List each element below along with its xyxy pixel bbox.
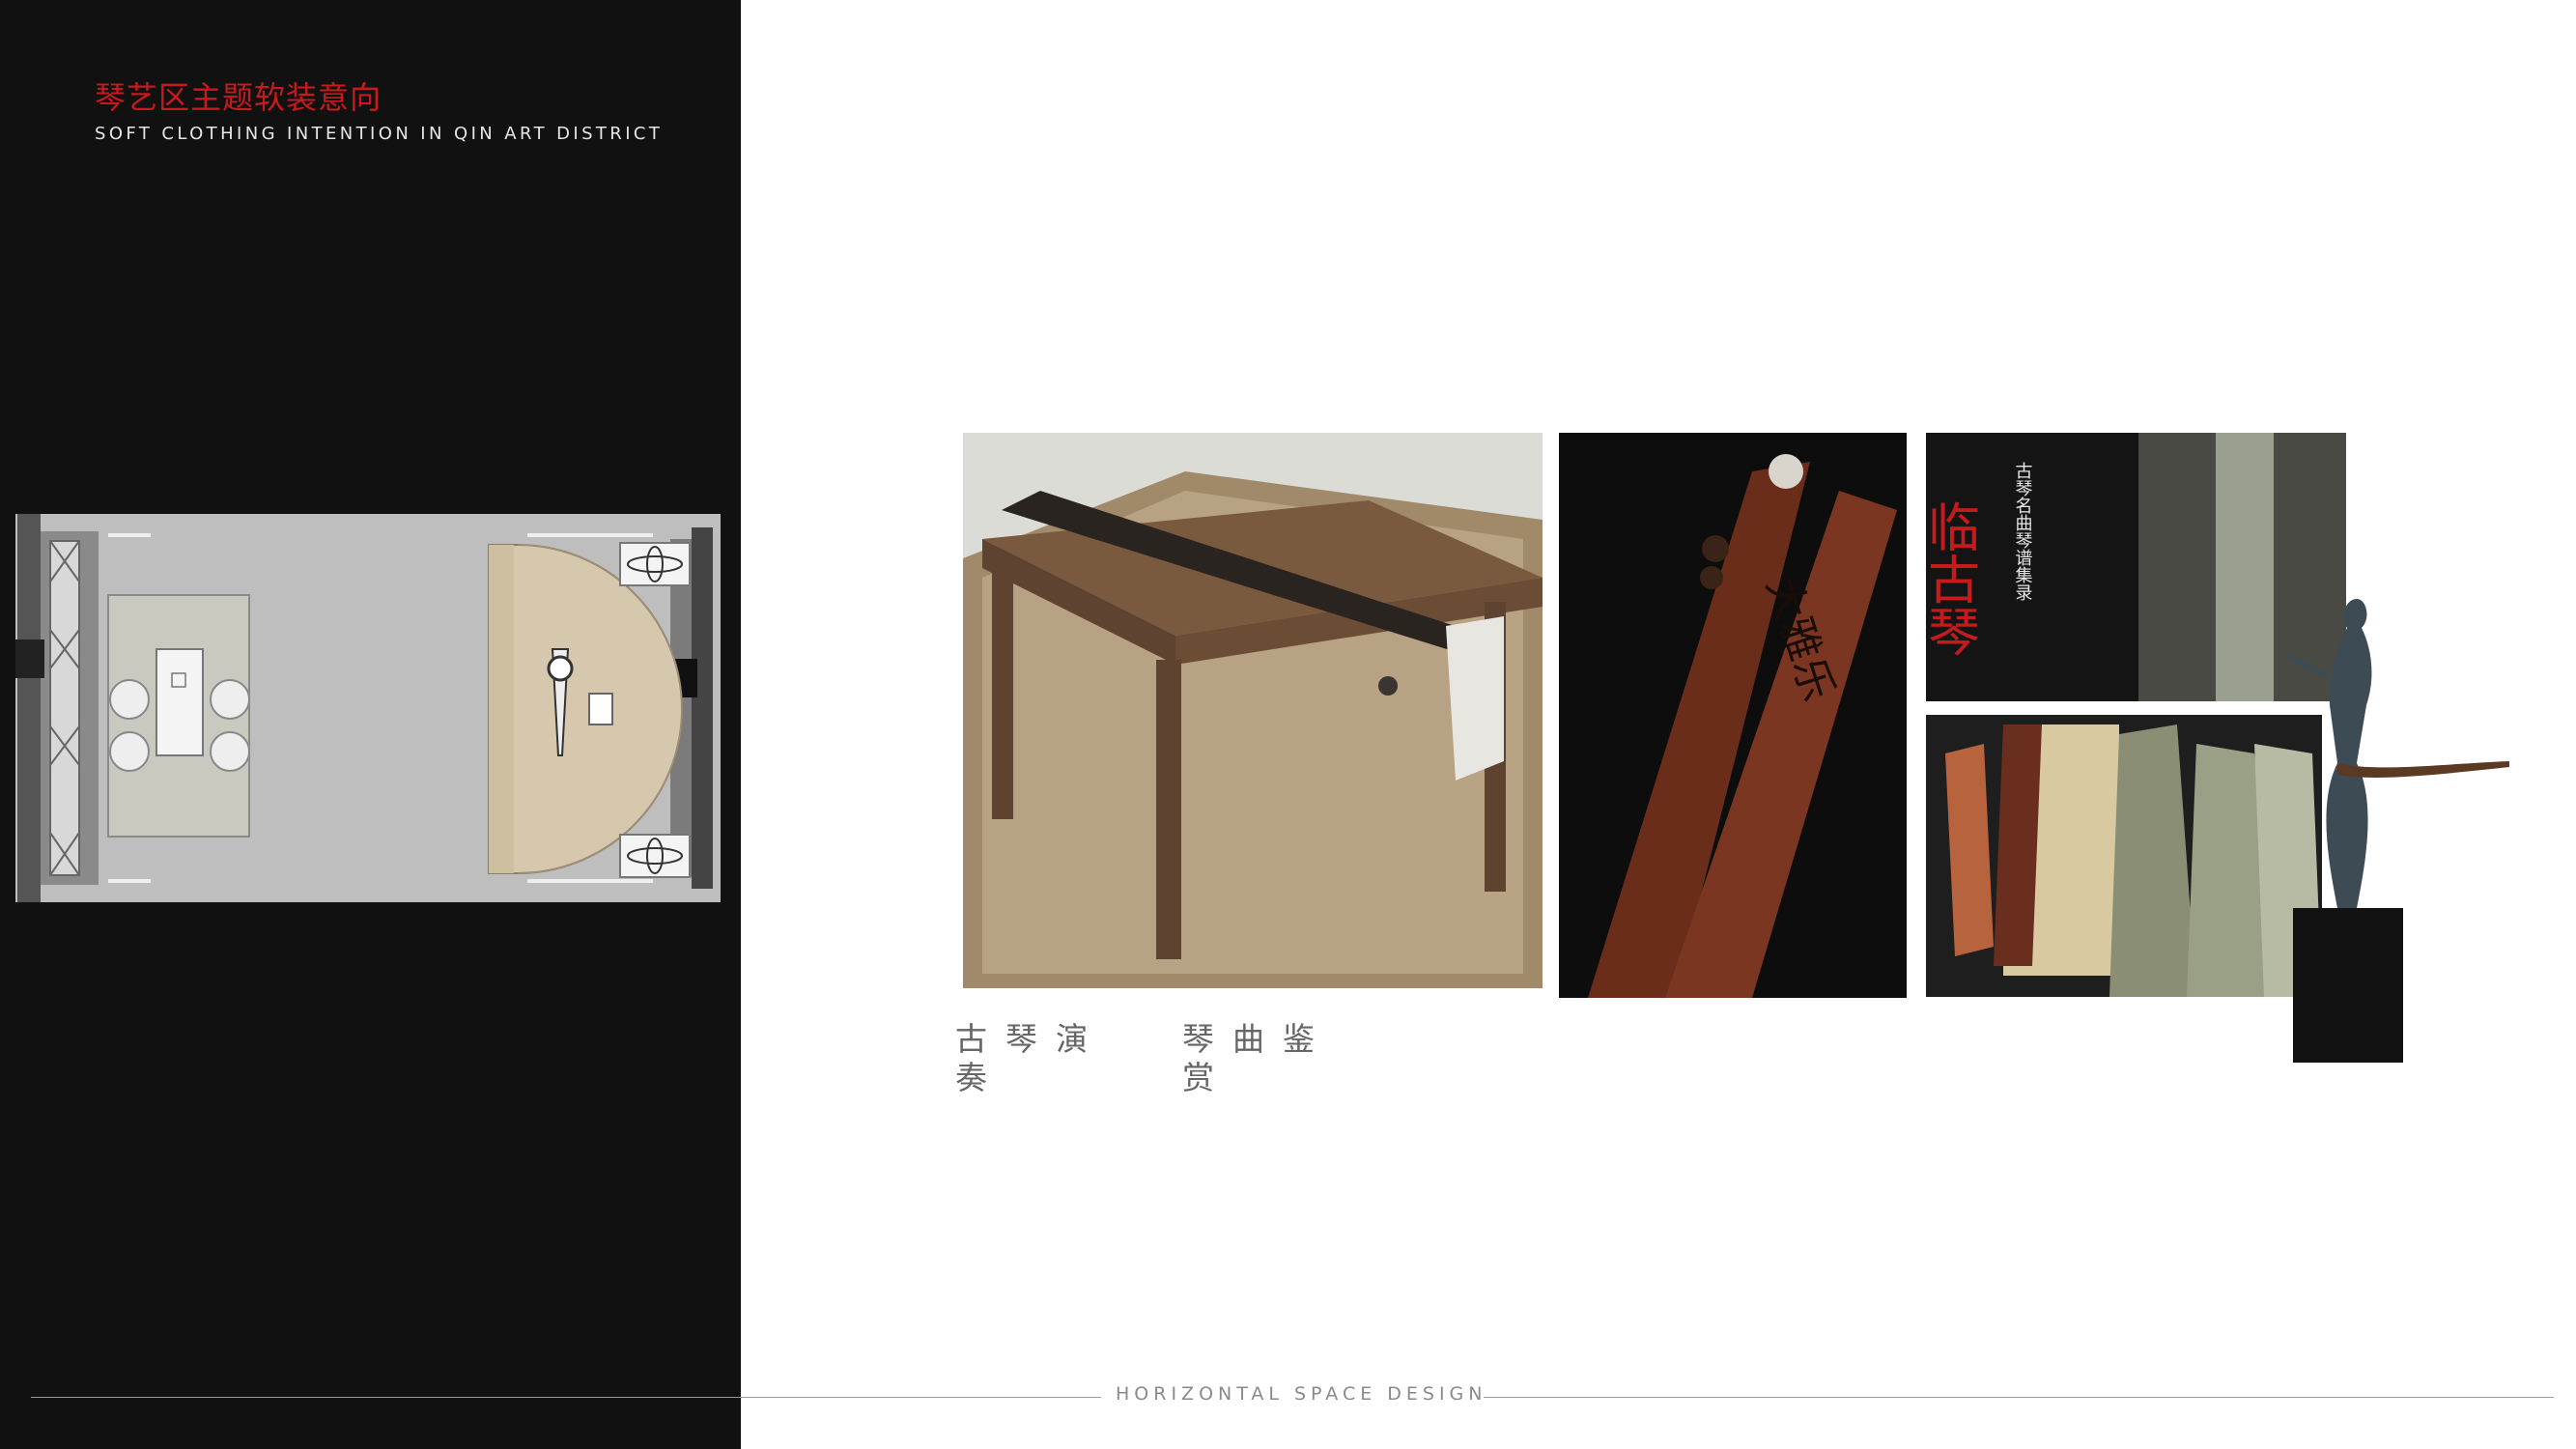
footer-rule-right (1484, 1397, 2554, 1398)
footer-rule-left (31, 1397, 1101, 1398)
floor-plan (15, 514, 721, 902)
page-subtitle: SOFT CLOTHING INTENTION IN QIN ART DISTR… (95, 124, 664, 144)
sculpture-figure (2287, 599, 2509, 1063)
caption-appreciation-line2: 赏 (1182, 1059, 1232, 1096)
bookmark-photo: 大雅乐 (1559, 433, 1907, 998)
footer-label: HORIZONTAL SPACE DESIGN (1116, 1383, 1487, 1405)
caption-performance: 古琴演 奏 (955, 1020, 1106, 1097)
guqin-table-photo (963, 433, 1543, 988)
left-panel: 琴艺区主题软装意向 SOFT CLOTHING INTENTION IN QIN… (0, 0, 741, 1449)
caption-appreciation-line1: 琴曲鉴 (1182, 1020, 1333, 1058)
page-title: 琴艺区主题软装意向 (95, 79, 382, 116)
book-calligraphy: 临古琴 (1926, 500, 1980, 657)
caption-appreciation: 琴曲鉴 赏 (1182, 1020, 1333, 1097)
caption-performance-line2: 奏 (955, 1059, 1005, 1096)
book-title: 古琴名曲琴谱集录 (2013, 462, 2033, 601)
caption-performance-line1: 古琴演 (955, 1020, 1106, 1058)
